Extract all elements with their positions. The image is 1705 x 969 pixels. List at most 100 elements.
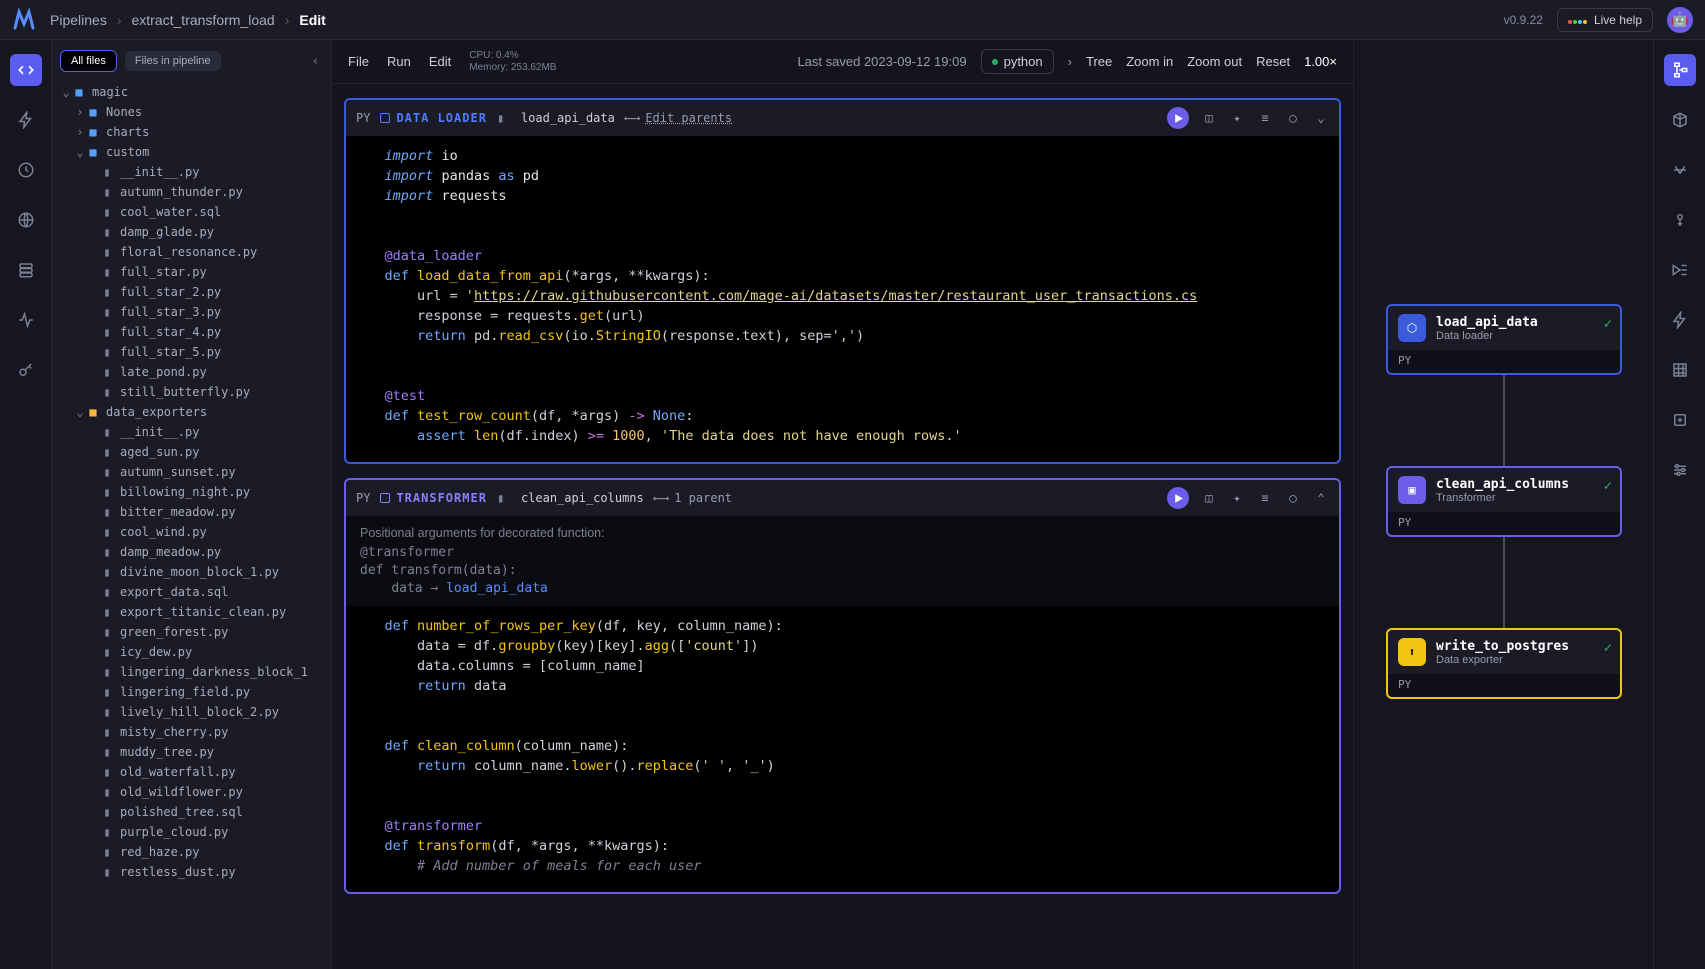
file-tree-file[interactable]: ▮green_forest.py xyxy=(52,622,331,642)
chevron-down-icon[interactable]: ⌄ xyxy=(1313,110,1329,126)
circle-icon[interactable]: ◯ xyxy=(1285,490,1301,506)
chevron-right-icon[interactable]: › xyxy=(1068,54,1072,69)
rail-addon-icon[interactable] xyxy=(1664,404,1696,436)
file-tree-file[interactable]: ▮cool_water.sql xyxy=(52,202,331,222)
sparkle-icon[interactable]: ✦ xyxy=(1229,110,1245,126)
avatar[interactable]: 🤖 xyxy=(1667,7,1693,33)
file-tree-file[interactable]: ▮__init__.py xyxy=(52,162,331,182)
tab-files-pipeline[interactable]: Files in pipeline xyxy=(125,51,221,71)
menu-edit[interactable]: Edit xyxy=(429,54,451,69)
rail-clock-icon[interactable] xyxy=(10,154,42,186)
check-icon: ✓ xyxy=(1604,640,1612,656)
run-button[interactable] xyxy=(1167,107,1189,129)
file-tree-file[interactable]: ▮full_star_2.py xyxy=(52,282,331,302)
file-tree-file[interactable]: ▮export_titanic_clean.py xyxy=(52,602,331,622)
file-tree-file[interactable]: ▮muddy_tree.py xyxy=(52,742,331,762)
edit-parents-link[interactable]: ⟵⟶Edit parents xyxy=(625,111,732,125)
tree-button[interactable]: Tree xyxy=(1086,54,1112,69)
code-editor[interactable]: def number_of_rows_per_key(df, key, colu… xyxy=(346,606,1339,892)
file-tree-file[interactable]: ▮full_star_4.py xyxy=(52,322,331,342)
file-tree-file[interactable]: ▮lively_hill_block_2.py xyxy=(52,702,331,722)
zoom-out-button[interactable]: Zoom out xyxy=(1187,54,1242,69)
rail-sliders-icon[interactable] xyxy=(1664,454,1696,486)
pipeline-graph[interactable]: ⬡load_api_dataData loader✓ PY ▣clean_api… xyxy=(1353,40,1653,969)
graph-node-transformer[interactable]: ▣clean_api_columnsTransformer✓ PY xyxy=(1386,466,1622,537)
rail-bolt-icon[interactable] xyxy=(10,104,42,136)
file-tree-file[interactable]: ▮icy_dew.py xyxy=(52,642,331,662)
sparkle-icon[interactable]: ✦ xyxy=(1229,490,1245,506)
collapse-panel-icon[interactable]: ‹ xyxy=(308,50,323,72)
file-icon: ▮ xyxy=(100,345,114,359)
file-tree-file[interactable]: ▮late_pond.py xyxy=(52,362,331,382)
menu-run[interactable]: Run xyxy=(387,54,411,69)
block-type-label: TRANSFORMER xyxy=(380,491,486,505)
run-button[interactable] xyxy=(1167,487,1189,509)
file-tree-file[interactable]: ▮export_data.sql xyxy=(52,582,331,602)
file-tree-folder[interactable]: ⌄■magic xyxy=(52,82,331,102)
rail-panel-icon[interactable] xyxy=(1664,254,1696,286)
tree-label: green_forest.py xyxy=(120,625,228,639)
live-help-button[interactable]: Live help xyxy=(1557,8,1653,32)
file-tree-folder[interactable]: ⌄■custom xyxy=(52,142,331,162)
file-tree-file[interactable]: ▮cool_wind.py xyxy=(52,522,331,542)
rail-bolt2-icon[interactable] xyxy=(1664,304,1696,336)
graph-node-exporter[interactable]: ⬆write_to_postgresData exporter✓ PY xyxy=(1386,628,1622,699)
file-tree-file[interactable]: ▮restless_dust.py xyxy=(52,862,331,882)
file-tree-file[interactable]: ▮purple_cloud.py xyxy=(52,822,331,842)
output-icon[interactable]: ◫ xyxy=(1201,110,1217,126)
file-tree-file[interactable]: ▮floral_resonance.py xyxy=(52,242,331,262)
circle-icon[interactable]: ◯ xyxy=(1285,110,1301,126)
rail-key-icon[interactable] xyxy=(10,354,42,386)
sliders-icon[interactable]: ≡ xyxy=(1257,490,1273,506)
file-tree-file[interactable]: ▮__init__.py xyxy=(52,422,331,442)
node-lang: PY xyxy=(1388,350,1620,373)
file-tree-file[interactable]: ▮bitter_meadow.py xyxy=(52,502,331,522)
rail-flow-icon[interactable] xyxy=(1664,54,1696,86)
file-tree-folder[interactable]: ⌄■data_exporters xyxy=(52,402,331,422)
rail-code-icon[interactable] xyxy=(10,54,42,86)
file-tree-file[interactable]: ▮autumn_sunset.py xyxy=(52,462,331,482)
breadcrumb-item[interactable]: extract_transform_load xyxy=(132,12,275,28)
rail-cube-icon[interactable] xyxy=(1664,104,1696,136)
rail-db-icon[interactable] xyxy=(10,254,42,286)
file-tree-file[interactable]: ▮damp_meadow.py xyxy=(52,542,331,562)
file-tree-file[interactable]: ▮divine_moon_block_1.py xyxy=(52,562,331,582)
rail-secrets-icon[interactable] xyxy=(1664,204,1696,236)
logo-icon[interactable] xyxy=(12,8,36,32)
graph-node-loader[interactable]: ⬡load_api_dataData loader✓ PY xyxy=(1386,304,1622,375)
reset-button[interactable]: Reset xyxy=(1256,54,1290,69)
chevron-up-icon[interactable]: ⌃ xyxy=(1313,490,1329,506)
file-tree-file[interactable]: ▮aged_sun.py xyxy=(52,442,331,462)
menu-file[interactable]: File xyxy=(348,54,369,69)
output-icon[interactable]: ◫ xyxy=(1201,490,1217,506)
rail-grid-icon[interactable] xyxy=(1664,354,1696,386)
tab-all-files[interactable]: All files xyxy=(60,50,117,72)
file-tree-file[interactable]: ▮billowing_night.py xyxy=(52,482,331,502)
file-tree-file[interactable]: ▮red_haze.py xyxy=(52,842,331,862)
file-tree-file[interactable]: ▮full_star_3.py xyxy=(52,302,331,322)
code-editor[interactable]: import io import pandas as pd import req… xyxy=(346,136,1339,462)
file-tree-file[interactable]: ▮still_butterfly.py xyxy=(52,382,331,402)
file-tree-file[interactable]: ▮polished_tree.sql xyxy=(52,802,331,822)
file-tree-folder[interactable]: ›■charts xyxy=(52,122,331,142)
file-tree-file[interactable]: ▮lingering_darkness_block_1 xyxy=(52,662,331,682)
file-tree-file[interactable]: ▮old_wildflower.py xyxy=(52,782,331,802)
rail-globe-icon[interactable] xyxy=(10,204,42,236)
folder-icon: ■ xyxy=(86,145,100,159)
language-badge[interactable]: python xyxy=(981,49,1054,74)
file-tree-file[interactable]: ▮damp_glade.py xyxy=(52,222,331,242)
zoom-in-button[interactable]: Zoom in xyxy=(1126,54,1173,69)
node-title: write_to_postgres xyxy=(1436,639,1569,654)
parents-count[interactable]: ⟵⟶1 parent xyxy=(654,491,732,505)
breadcrumb-item[interactable]: Pipelines xyxy=(50,12,107,28)
rail-activity-icon[interactable] xyxy=(10,304,42,336)
file-tree-file[interactable]: ▮lingering_field.py xyxy=(52,682,331,702)
file-tree-file[interactable]: ▮full_star_5.py xyxy=(52,342,331,362)
rail-variable-icon[interactable] xyxy=(1664,154,1696,186)
file-tree-file[interactable]: ▮misty_cherry.py xyxy=(52,722,331,742)
sliders-icon[interactable]: ≡ xyxy=(1257,110,1273,126)
file-tree-file[interactable]: ▮old_waterfall.py xyxy=(52,762,331,782)
file-tree-folder[interactable]: ›■Nones xyxy=(52,102,331,122)
file-tree-file[interactable]: ▮autumn_thunder.py xyxy=(52,182,331,202)
file-tree-file[interactable]: ▮full_star.py xyxy=(52,262,331,282)
